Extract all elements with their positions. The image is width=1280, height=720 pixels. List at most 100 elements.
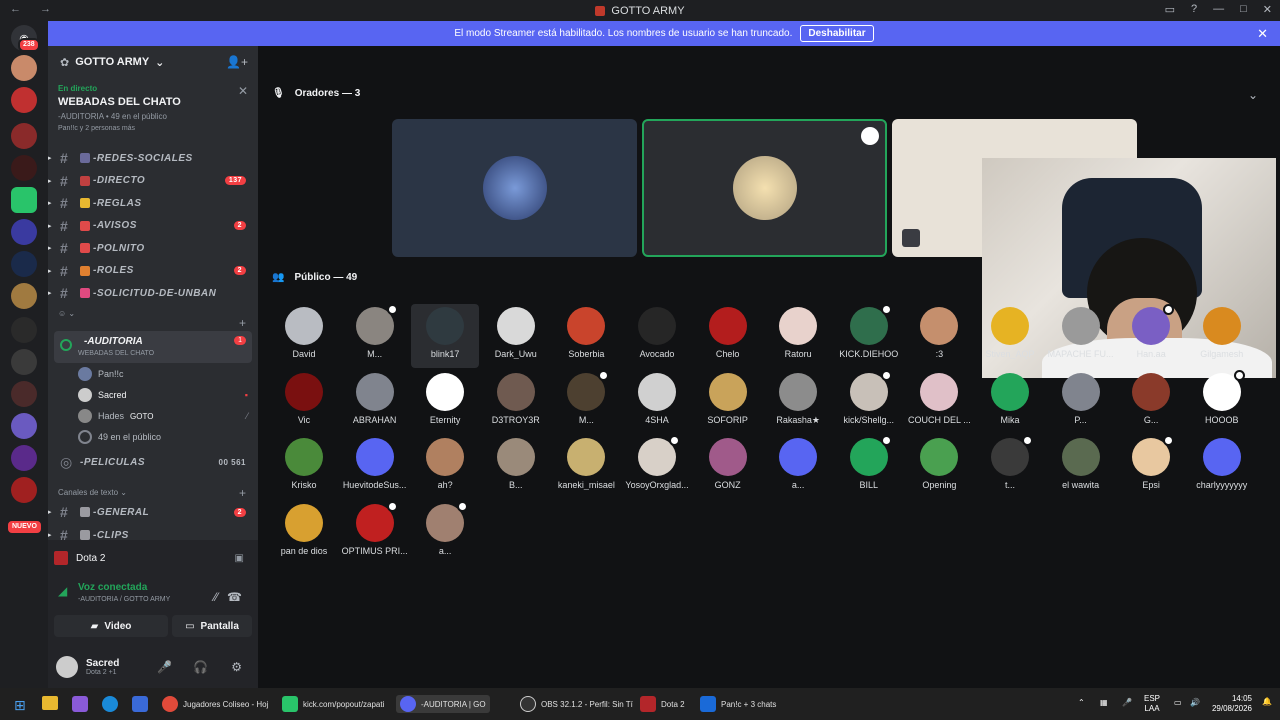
clock[interactable]: 14:05 29/08/2026 — [1212, 694, 1252, 714]
server-icon[interactable] — [11, 381, 37, 407]
audience-member[interactable]: M... — [341, 304, 409, 368]
channel-item[interactable]: ▸ # -REGLAS — [48, 193, 258, 213]
channel-item[interactable]: ▸ # -REDES-SOCIALES — [48, 148, 258, 168]
server-icon[interactable] — [11, 477, 37, 503]
noise-suppression-icon[interactable]: ⁄⁄ — [214, 590, 218, 604]
live-banner[interactable]: En directo WEBADAS DEL CHATO -AUDITORIA … — [48, 78, 258, 148]
close-icon[interactable]: ✕ — [238, 84, 248, 98]
language-indicator[interactable]: ESP LAA — [1144, 694, 1160, 714]
audience-member[interactable]: kaneki_misael — [552, 435, 620, 499]
audience-member[interactable]: Epsi — [1117, 435, 1185, 499]
audience-member[interactable]: Dark_Uwu — [482, 304, 550, 368]
network-icon[interactable]: ▭ — [1174, 698, 1182, 707]
invite-icon[interactable]: 👤+ — [226, 55, 248, 69]
speaker-tile[interactable] — [392, 119, 637, 257]
audience-member[interactable]: Chelo — [694, 304, 762, 368]
audience-member[interactable]: :3 — [905, 304, 973, 368]
voice-category-icon[interactable]: ☺ ⌄ — [58, 309, 75, 318]
audience-member[interactable]: kick/Shellg... — [835, 369, 903, 434]
audience-member[interactable]: ah? — [411, 435, 479, 499]
minimize-button[interactable]: — — [1213, 3, 1224, 16]
activity-game[interactable]: Dota 2 ▣ — [54, 546, 252, 570]
channel-item[interactable]: ▸ # -ROLES 2 — [48, 261, 258, 281]
audience-member[interactable]: KICK.DIEHOO — [835, 304, 903, 368]
windows-start-icon[interactable]: ⊞ — [14, 697, 26, 714]
audience-member[interactable]: pan de dios — [270, 501, 338, 565]
audience-member[interactable]: COUCH DEL ... — [905, 370, 973, 434]
text-channel-item[interactable]: ▸ # -GENERAL 2 — [48, 502, 258, 522]
microphone-icon[interactable]: 🎤 — [157, 660, 172, 674]
taskbar-chrome[interactable]: Jugadores Coliseo - Hoj — [162, 695, 268, 713]
audience-member[interactable]: YosoyOrxglad... — [623, 435, 691, 499]
audience-member[interactable]: GONZ — [694, 435, 762, 499]
audience-member[interactable]: Eternity — [411, 370, 479, 434]
audience-member[interactable]: MAPACHE FU... — [1047, 304, 1115, 368]
taskbar-obs[interactable]: OBS 32.1.2 - Perfil: Sin Tí — [520, 695, 633, 713]
stage-user[interactable]: Hades GOTO ⁄ — [78, 406, 248, 426]
file-explorer-icon[interactable] — [42, 696, 58, 710]
audience-member[interactable]: Soberbia — [552, 304, 620, 368]
server-icon[interactable] — [11, 445, 37, 471]
audience-member[interactable]: el wawita — [1047, 435, 1115, 499]
audience-member[interactable]: Mika — [976, 370, 1044, 434]
server-icon[interactable] — [11, 317, 37, 343]
audience-member[interactable]: M... — [552, 369, 620, 434]
stage-user[interactable]: Sacred ▪ — [78, 385, 248, 405]
channel-item[interactable]: ▸ # -AVISOS 2 — [48, 216, 258, 236]
audience-member[interactable]: a... — [411, 500, 479, 565]
audience-member[interactable]: Ratoru — [764, 304, 832, 368]
voice-connection[interactable]: ◢ Voz conectada -AUDITORIA / GOTTO ARMY — [58, 582, 170, 603]
taskbar-discord[interactable]: -AUDITORIA | GO — [396, 695, 490, 713]
server-icon[interactable] — [11, 251, 37, 277]
chevron-down-icon[interactable]: ⌄ — [1248, 88, 1258, 102]
audience-member[interactable]: Stiven_AQP — [976, 304, 1044, 368]
taskbar-dota[interactable]: Dota 2 — [640, 695, 685, 713]
audience-member[interactable]: ABRAHAN — [341, 370, 409, 434]
audience-member[interactable]: Krisko — [270, 435, 338, 499]
add-channel-icon[interactable]: + — [239, 486, 246, 500]
notification-icon[interactable]: 🔔 — [1262, 697, 1272, 706]
stage-channel[interactable]: -AUDITORIA WEBADAS DEL CHATO 1 — [54, 331, 252, 363]
disable-button[interactable]: Deshabilitar — [800, 25, 874, 42]
server-icon[interactable] — [11, 155, 37, 181]
maximize-button[interactable]: □ — [1240, 3, 1247, 16]
audience-member[interactable]: David — [270, 304, 338, 368]
tray-icon[interactable]: ▦ — [1100, 698, 1108, 707]
inbox-icon[interactable]: ▭ — [1165, 3, 1175, 16]
server-icon[interactable] — [11, 283, 37, 309]
add-channel-icon[interactable]: + — [239, 316, 246, 330]
screen-share-icon[interactable]: ▣ — [235, 553, 244, 564]
audience-member[interactable]: Han.aa — [1117, 304, 1185, 368]
headphones-icon[interactable]: 🎧 — [193, 660, 208, 674]
close-button[interactable]: ✕ — [1263, 3, 1272, 16]
audience-member[interactable]: HuevitodeSus... — [341, 435, 409, 499]
channel-item[interactable]: ▸ # -POLNITO — [48, 238, 258, 258]
mic-tray-icon[interactable]: 🎤 — [1122, 698, 1132, 707]
audience-member[interactable]: HOOOB — [1188, 369, 1256, 434]
audience-member[interactable]: Vic — [270, 370, 338, 434]
audience-member[interactable]: Gilgamesh — [1188, 304, 1256, 368]
server-icon[interactable] — [11, 413, 37, 439]
app-icon[interactable] — [72, 696, 88, 712]
settings-gear-icon[interactable]: ⚙ — [231, 660, 242, 674]
audience-member[interactable]: blink17 — [411, 304, 480, 368]
edge-icon[interactable] — [102, 696, 118, 712]
store-icon[interactable] — [132, 696, 148, 712]
close-icon[interactable]: ✕ — [1257, 26, 1268, 42]
audience-member[interactable]: P... — [1047, 370, 1115, 434]
nav-arrows[interactable]: ← → — [10, 3, 59, 15]
audience-member[interactable]: 4SHA — [623, 370, 691, 434]
server-icon[interactable] — [11, 123, 37, 149]
tray-chevron-icon[interactable]: ⌃ — [1078, 698, 1085, 707]
audience-member[interactable]: B... — [482, 435, 550, 499]
video-button[interactable]: ▰ Video — [54, 615, 168, 637]
audience-member[interactable]: SOFORIP — [694, 370, 762, 434]
disconnect-icon[interactable]: ☎ — [227, 590, 242, 604]
server-icon[interactable] — [11, 219, 37, 245]
help-icon[interactable]: ? — [1191, 3, 1197, 16]
speaker-tile[interactable] — [642, 119, 887, 257]
screen-button[interactable]: ▭ Pantalla — [172, 615, 252, 637]
channel-peliculas[interactable]: ◎ -PELICULAS 00 561 — [48, 452, 258, 472]
audience-member[interactable]: G... — [1117, 370, 1185, 434]
audience-member[interactable]: Avocado — [623, 304, 691, 368]
